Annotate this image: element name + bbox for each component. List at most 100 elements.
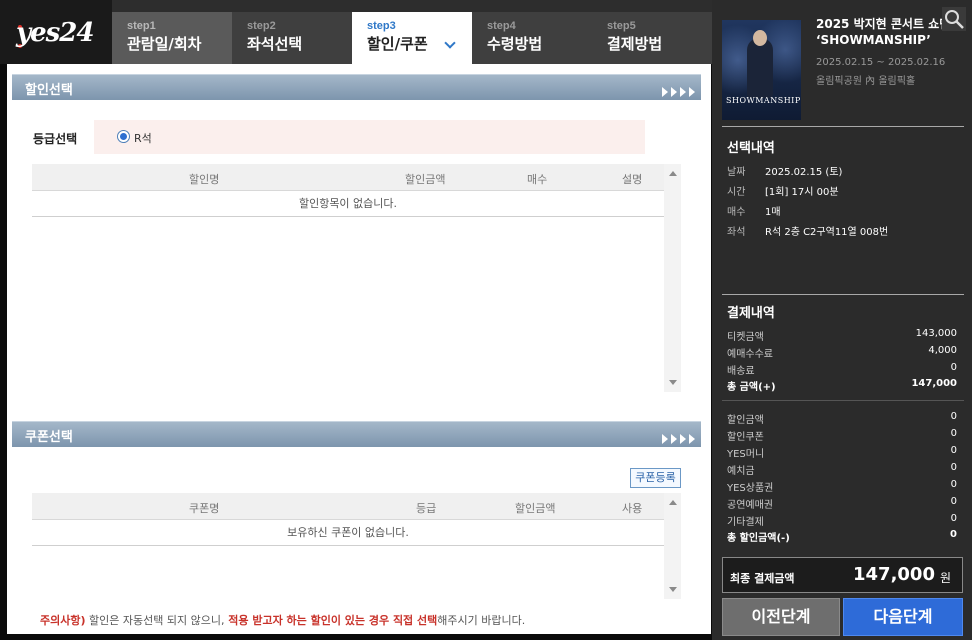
ticket-window: yes24 step1 관람일/회차 step2 좌석선택 step3 할인/쿠… (0, 0, 972, 640)
pay-row-yesmoney: YES머니 0 (727, 445, 957, 460)
step-label: 결제방법 (607, 35, 663, 53)
col-grade: 등급 (416, 502, 437, 515)
discount-table: 할인명 할인금액 매수 설명 할인항목이 없습니다. (32, 164, 681, 392)
discount-scrollbar[interactable] (664, 164, 681, 392)
show-venue: 올림픽공원 內 올림픽홀 (816, 76, 916, 87)
pay-label: 공연예매권 (727, 500, 773, 511)
selection-label-time: 시간 (727, 187, 746, 198)
yes24-logo[interactable]: yes24 (0, 0, 112, 64)
scroll-down-icon[interactable] (669, 587, 677, 592)
pay-row-coupon: 할인쿠폰 0 (727, 428, 957, 443)
step-num: step4 (487, 20, 516, 32)
pay-label: 티켓금액 (727, 332, 764, 343)
notice-text-2: 해주시기 바랍니다. (437, 614, 526, 627)
grade-select-box: R석 (94, 120, 645, 154)
section-title: 쿠폰선택 (25, 430, 73, 445)
pay-row-fee: 예매수수료 4,000 (727, 345, 957, 360)
pay-value: 0 (950, 479, 957, 490)
step-1-date[interactable]: step1 관람일/회차 (112, 12, 232, 64)
final-amount-value: 147,000 (853, 564, 935, 585)
coupon-scrollbar[interactable] (664, 493, 681, 599)
step-num: step1 (127, 20, 156, 32)
step-label: 할인/쿠폰 (367, 35, 428, 53)
selection-value-time: [1회] 17시 00분 (765, 187, 839, 198)
pay-row-discount: 할인금액 0 (727, 411, 957, 426)
next-step-button[interactable]: 다음단계 (843, 598, 963, 636)
pay-label: 배송료 (727, 366, 755, 377)
step-header: yes24 step1 관람일/회차 step2 좌석선택 step3 할인/쿠… (0, 0, 712, 64)
pay-value: 0 (950, 428, 957, 439)
logo-text: yes24 (16, 18, 94, 48)
notice-emphasis: 적용 받고자 하는 할인이 있는 경우 직접 선택 (224, 614, 438, 627)
pay-label: 할인금액 (727, 415, 764, 426)
main-panel: 할인선택 등급선택 R석 할인명 할인금액 매수 설명 할인항목이 없습니다. … (7, 64, 711, 634)
selection-label-date: 날짜 (727, 167, 746, 178)
col-discount-amount: 할인금액 (405, 173, 446, 186)
final-amount-box: 최종 결제금액 147,000 원 (722, 557, 963, 593)
pay-value: 0 (950, 529, 957, 540)
selection-title: 선택내역 (727, 141, 775, 156)
pay-value: 0 (950, 362, 957, 373)
pay-value: 143,000 (915, 328, 957, 339)
pay-value: 147,000 (911, 378, 957, 389)
grade-radio-r[interactable] (117, 130, 130, 143)
coupon-table-header: 쿠폰명 등급 할인금액 사용 (32, 493, 664, 520)
selection-value-seat: R석 2층 C2구역11열 008번 (765, 227, 889, 238)
pay-label: 기타결제 (727, 517, 764, 528)
pay-row-total-discount: 총 할인금액(-) 0 (727, 529, 957, 544)
payment-title: 결제내역 (727, 306, 775, 321)
pay-label: 총 할인금액(-) (727, 533, 790, 544)
grade-option-label[interactable]: R석 (134, 130, 152, 146)
coupon-table: 쿠폰명 등급 할인금액 사용 보유하신 쿠폰이 없습니다. (32, 493, 681, 599)
pay-row-giftcard: YES상품권 0 (727, 479, 957, 494)
pay-label: 총 금액(+) (727, 382, 776, 393)
order-summary-sidebar: SHOWMANSHIP 2025 박지현 콘서트 쇼맨쉽 ‘SHOWMANSHI… (712, 0, 972, 640)
step-num: step5 (607, 20, 636, 32)
step-2-seat[interactable]: step2 좌석선택 (232, 12, 352, 64)
scroll-down-icon[interactable] (669, 380, 677, 385)
scroll-up-icon[interactable] (669, 500, 677, 505)
prev-step-button[interactable]: 이전단계 (722, 598, 840, 636)
pay-value: 0 (950, 496, 957, 507)
notice-prefix: 주의사항) (40, 614, 86, 627)
arrow-right-icons (659, 429, 695, 448)
step-5-payment[interactable]: step5 결제방법 (592, 12, 712, 64)
scroll-up-icon[interactable] (669, 171, 677, 176)
col-description: 설명 (622, 173, 643, 186)
pay-value: 0 (950, 411, 957, 422)
coupon-empty-row: 보유하신 쿠폰이 없습니다. (32, 520, 664, 546)
pay-row-other: 기타결제 0 (727, 513, 957, 528)
pay-row-voucher: 공연예매권 0 (727, 496, 957, 511)
discount-notice: 주의사항) 할인은 자동선택 되지 않으니, 적용 받고자 하는 할인이 있는 … (40, 612, 525, 628)
section-title: 할인선택 (25, 83, 73, 98)
step-num: step2 (247, 20, 276, 32)
selection-value-qty: 1매 (765, 207, 781, 218)
step-4-delivery[interactable]: step4 수령방법 (472, 12, 592, 64)
selection-label-seat: 좌석 (727, 227, 746, 238)
divider (722, 126, 964, 127)
col-use: 사용 (622, 502, 643, 515)
final-amount-unit: 원 (940, 571, 952, 585)
col-discount-name: 할인명 (189, 173, 220, 186)
coupon-register-button[interactable]: 쿠폰등록 (630, 468, 681, 488)
pay-value: 0 (950, 445, 957, 456)
discount-section-bar: 할인선택 (12, 74, 701, 100)
coupon-section-bar: 쿠폰선택 (12, 421, 701, 447)
discount-table-header: 할인명 할인금액 매수 설명 (32, 164, 664, 191)
pay-row-total: 총 금액(+) 147,000 (727, 378, 957, 393)
pay-row-ticket: 티켓금액 143,000 (727, 328, 957, 343)
step-label: 수령방법 (487, 35, 543, 53)
notice-text-1: 할인은 자동선택 되지 않으니, (85, 614, 225, 627)
pay-value: 0 (950, 513, 957, 524)
pay-label: 할인쿠폰 (727, 432, 764, 443)
divider (722, 294, 964, 295)
pay-label: 예매수수료 (727, 349, 773, 360)
pay-row-delivery: 배송료 0 (727, 362, 957, 377)
step-3-discount-active[interactable]: step3 할인/쿠폰 (352, 12, 472, 64)
final-amount-label: 최종 결제금액 (730, 572, 795, 585)
step-num: step3 (367, 20, 396, 32)
selection-value-date: 2025.02.15 (토) (765, 167, 843, 178)
pay-label: YES머니 (727, 449, 765, 460)
search-icon[interactable] (942, 7, 966, 31)
arrow-right-icons (659, 82, 695, 101)
